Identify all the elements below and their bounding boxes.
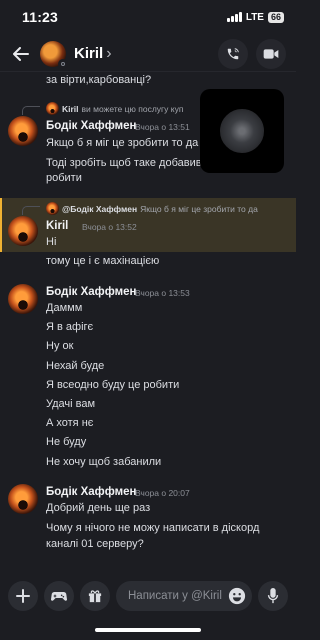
message-text: Ну ок (46, 340, 74, 352)
call-button[interactable] (218, 38, 248, 69)
microphone-icon (267, 588, 279, 604)
signal-icon (227, 12, 242, 22)
message-text: тому це і є махінацією (46, 255, 160, 267)
timestamp: Вчора о 13:51 (135, 122, 190, 132)
message-text: каналі 01 серверу? (46, 538, 144, 550)
username[interactable]: Kiril (46, 220, 68, 232)
avatar[interactable] (8, 116, 38, 146)
message-input-placeholder: Написати у @Kiril (128, 590, 222, 602)
avatar[interactable] (40, 40, 68, 69)
plus-icon (16, 589, 30, 603)
message-text: Тоді зробіть щоб таке добавив (46, 157, 202, 169)
reply-preview[interactable]: @Бодік Хаффмен Якщо б я міг це зробити т… (46, 202, 258, 215)
video-camera-icon (263, 48, 279, 59)
emoji-icon[interactable] (228, 587, 246, 605)
message-text: Нехай буде (46, 360, 105, 372)
avatar (46, 202, 59, 215)
video-call-button[interactable] (256, 38, 286, 69)
message-list: за вірти,карбованці? Kiril ви можете цю … (0, 72, 296, 572)
message-text: Я в афігє (46, 321, 94, 333)
voice-message-button[interactable] (258, 581, 288, 611)
message-text: Якщо б я міг це зробити то да (46, 137, 199, 149)
battery-icon: 66 (267, 11, 284, 23)
message-text: Чому я нічого не можу написати в діскорд (46, 522, 260, 534)
back-arrow-icon[interactable] (10, 43, 32, 65)
avatar (220, 109, 264, 153)
message-input[interactable]: Написати у @Kiril (116, 581, 252, 611)
avatar (46, 102, 59, 115)
timestamp: Вчора о 20:07 (135, 488, 190, 498)
network-label: LTE (245, 11, 264, 23)
timestamp: Вчора о 13:52 (82, 222, 137, 232)
video-call-overlay[interactable] (200, 89, 284, 173)
avatar[interactable] (8, 284, 38, 314)
timestamp: Вчора о 13:53 (135, 288, 190, 298)
message-text: робити (46, 172, 82, 184)
message-text: Ні (46, 236, 57, 248)
activities-button[interactable] (44, 581, 74, 611)
username[interactable]: Бодік Хаффмен (46, 286, 136, 298)
reply-preview[interactable]: Kiril ви можете цю послугу куп (46, 102, 183, 115)
reply-connector (22, 206, 40, 215)
avatar[interactable] (8, 216, 38, 246)
message-text: Не хочу щоб забанили (46, 456, 162, 468)
composer-bar: Написати у @Kiril (0, 576, 296, 616)
message-text: А хотя нє (46, 417, 94, 429)
contact-name[interactable]: Kiril (74, 45, 103, 62)
offline-status-icon (58, 58, 68, 69)
reply-connector (22, 106, 40, 115)
status-bar: 11:23 LTE 66 (0, 0, 296, 34)
gamepad-icon (51, 592, 67, 601)
home-indicator[interactable] (95, 628, 201, 632)
add-attachment-button[interactable] (8, 581, 38, 611)
chevron-right-icon[interactable]: › (106, 45, 111, 63)
message-text: Даммм (46, 302, 83, 314)
avatar[interactable] (8, 484, 38, 514)
status-time: 11:23 (22, 9, 59, 25)
message-text: Я всеодно буду це робити (46, 379, 180, 391)
gift-icon (88, 590, 102, 603)
message-text: Не буду (46, 436, 87, 448)
gift-button[interactable] (80, 581, 110, 611)
status-icons: LTE 66 (227, 11, 284, 23)
username[interactable]: Бодік Хаффмен (46, 120, 136, 132)
message-text: Добрий день ще раз (46, 502, 151, 514)
username[interactable]: Бодік Хаффмен (46, 486, 136, 498)
message-text: за вірти,карбованці? (46, 74, 152, 86)
chat-header: Kiril › (0, 36, 296, 72)
message-text: Удачі вам (46, 398, 96, 410)
phone-icon (227, 47, 239, 59)
